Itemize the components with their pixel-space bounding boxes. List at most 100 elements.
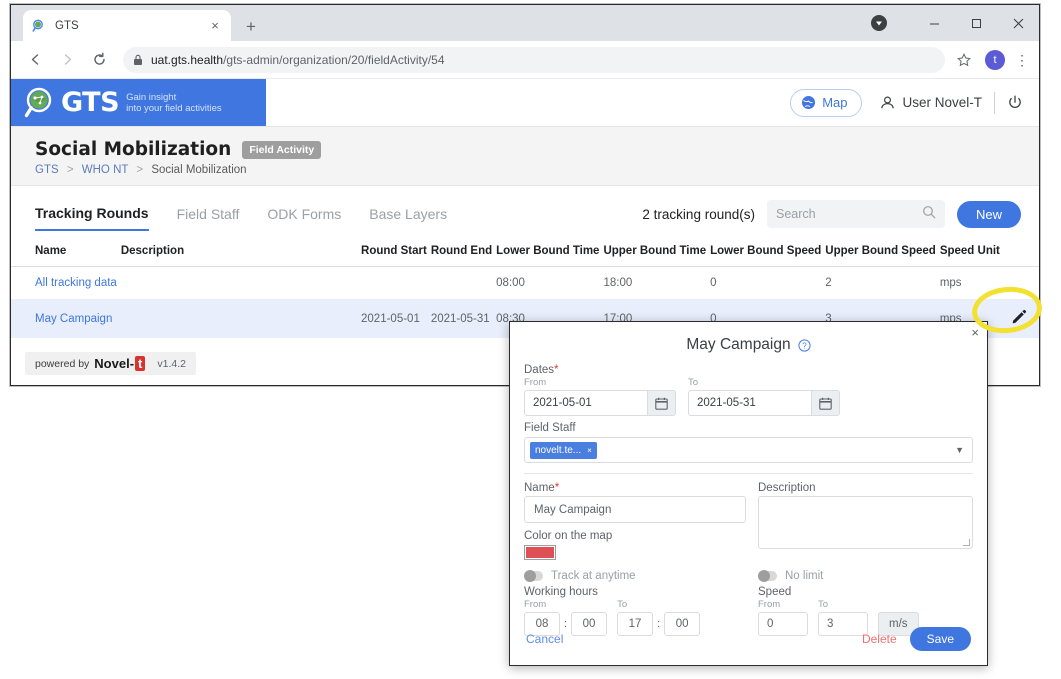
- tab-odk-forms[interactable]: ODK Forms: [267, 206, 341, 230]
- window-minimize-button[interactable]: [913, 7, 955, 39]
- new-tab-button[interactable]: +: [241, 18, 261, 35]
- reload-button-icon[interactable]: [86, 47, 112, 73]
- date-to-field[interactable]: 2021-05-31: [688, 390, 840, 416]
- version-label: v1.4.2: [157, 357, 186, 370]
- browser-tab[interactable]: GTS ×: [23, 10, 231, 41]
- name-label-text: Name: [524, 482, 555, 494]
- date-from-value[interactable]: 2021-05-01: [525, 391, 647, 415]
- cell-name[interactable]: May Campaign: [11, 299, 121, 338]
- column-header-speed-unit: Speed Unit: [939, 236, 1004, 267]
- app-header: GTS Gain insight into your field activit…: [11, 79, 1039, 127]
- breadcrumb-item-current: Social Mobilization: [151, 164, 247, 176]
- speed-to-label: To: [818, 599, 829, 610]
- date-to-group: To 2021-05-31: [688, 377, 840, 416]
- chevron-down-icon[interactable]: ▼: [955, 445, 964, 455]
- cell-round-end: 2021-05-31: [430, 299, 497, 338]
- cell-lower-bound-speed: 0: [710, 277, 717, 289]
- column-header-name: Name: [11, 236, 121, 267]
- cell-round-end: [431, 267, 496, 300]
- working-hours-group: Track at anytime Working hours From 08 :…: [524, 560, 746, 636]
- track-anytime-toggle-row: Track at anytime: [524, 570, 746, 582]
- power-icon[interactable]: [1007, 95, 1023, 111]
- address-bar[interactable]: uat.gts.health/gts-admin/organization/20…: [123, 46, 945, 73]
- name-description-row: Name* May Campaign Color on the map Desc…: [524, 482, 973, 560]
- color-label: Color on the map: [524, 530, 613, 542]
- bookmark-star-icon[interactable]: [951, 52, 977, 67]
- breadcrumb-item-gts[interactable]: GTS: [35, 164, 59, 176]
- window-close-button[interactable]: [997, 7, 1039, 39]
- browser-menu-icon[interactable]: ⋮: [1013, 53, 1031, 67]
- cell-upper-bound-speed: 2: [825, 277, 832, 289]
- url-domain: uat.gts.health: [151, 52, 224, 67]
- gts-logo-block[interactable]: GTS Gain insight into your field activit…: [11, 79, 266, 126]
- new-button[interactable]: New: [956, 200, 1021, 228]
- download-indicator-icon[interactable]: [871, 15, 887, 31]
- tab-tracking-rounds[interactable]: Tracking Rounds: [35, 205, 149, 231]
- name-input[interactable]: May Campaign: [524, 496, 746, 523]
- map-button[interactable]: Map: [790, 88, 863, 117]
- name-label: Name*: [524, 482, 746, 494]
- no-limit-toggle[interactable]: [758, 570, 777, 582]
- section-tabs: Tracking Rounds Field Staff ODK Forms Ba…: [11, 186, 1039, 236]
- forward-button-icon[interactable]: [54, 47, 80, 73]
- breadcrumb-item-who-nt[interactable]: WHO NT: [82, 164, 128, 176]
- dates-label: Dates*: [524, 364, 973, 376]
- color-swatch[interactable]: [524, 545, 556, 560]
- column-header-round-start: Round Start: [361, 236, 431, 267]
- browser-tab-title: GTS: [55, 19, 79, 32]
- table-row[interactable]: All tracking data 08:00 18:00 0 2 mps: [11, 267, 1039, 300]
- track-anytime-toggle[interactable]: [524, 570, 543, 582]
- date-from-field[interactable]: 2021-05-01: [524, 390, 676, 416]
- dialog-title-row: May Campaign ?: [510, 322, 987, 364]
- tagline-line-2: into your field activities: [126, 102, 222, 114]
- back-button-icon[interactable]: [22, 47, 48, 73]
- cancel-button[interactable]: Cancel: [526, 632, 563, 646]
- help-icon[interactable]: ?: [798, 338, 811, 352]
- column-header-lower-bound-speed: Lower Bound Speed: [710, 236, 826, 267]
- column-header-lower-bound-time: Lower Bound Time: [496, 236, 604, 267]
- calendar-icon[interactable]: [811, 391, 839, 415]
- required-asterisk: *: [554, 482, 560, 494]
- tracking-round-count: 2 tracking round(s): [642, 206, 755, 222]
- brand-mark: t: [135, 356, 146, 371]
- wh-from-label: From: [524, 599, 547, 610]
- breadcrumb-separator: >: [66, 164, 74, 176]
- delete-button[interactable]: Delete: [862, 632, 897, 646]
- no-limit-label: No limit: [785, 570, 824, 582]
- cell-name[interactable]: All tracking data: [11, 267, 121, 300]
- svg-text:?: ?: [802, 341, 807, 350]
- dialog-divider: [524, 473, 973, 474]
- close-icon[interactable]: ×: [971, 326, 979, 339]
- speed-group: No limit Speed From 0 To 3 m/s: [758, 560, 973, 636]
- user-menu[interactable]: User Novel-T: [880, 95, 982, 110]
- powered-by-badge: powered by Novel-t v1.4.2: [25, 352, 196, 375]
- search-input[interactable]: Search: [766, 200, 945, 228]
- field-staff-select[interactable]: novelt.te... × ▼: [524, 437, 973, 463]
- field-staff-chip-label: novelt.te...: [535, 444, 582, 456]
- tab-close-icon[interactable]: ×: [207, 19, 223, 32]
- description-textarea[interactable]: [758, 496, 973, 549]
- page-title-bar: Social Mobilization Field Activity GTS >…: [11, 127, 1039, 186]
- save-button[interactable]: Save: [909, 627, 971, 651]
- field-staff-label: Field Staff: [524, 422, 576, 434]
- tab-base-layers[interactable]: Base Layers: [369, 206, 447, 230]
- toolbar-actions: t ⋮: [951, 49, 1031, 70]
- cell-description: [121, 267, 361, 300]
- chip-remove-icon[interactable]: ×: [587, 446, 592, 455]
- profile-avatar[interactable]: t: [985, 49, 1005, 70]
- date-to-value[interactable]: 2021-05-31: [689, 391, 811, 415]
- required-asterisk: *: [554, 364, 559, 376]
- tab-field-staff[interactable]: Field Staff: [177, 206, 240, 230]
- breadcrumb: GTS > WHO NT > Social Mobilization: [35, 164, 1039, 176]
- no-limit-toggle-row: No limit: [758, 570, 973, 582]
- url-path: /gts-admin/organization/20/fieldActivity…: [223, 52, 445, 67]
- working-hours-label: Working hours: [524, 586, 598, 598]
- gts-tagline: Gain insight into your field activities: [126, 92, 222, 114]
- dialog-title: May Campaign: [686, 336, 791, 353]
- window-controls: [871, 5, 1039, 41]
- calendar-icon[interactable]: [647, 391, 675, 415]
- gts-wordmark: GTS: [61, 87, 120, 118]
- browser-toolbar: uat.gts.health/gts-admin/organization/20…: [11, 41, 1039, 79]
- window-maximize-button[interactable]: [955, 7, 997, 39]
- field-staff-chip[interactable]: novelt.te... ×: [530, 441, 597, 459]
